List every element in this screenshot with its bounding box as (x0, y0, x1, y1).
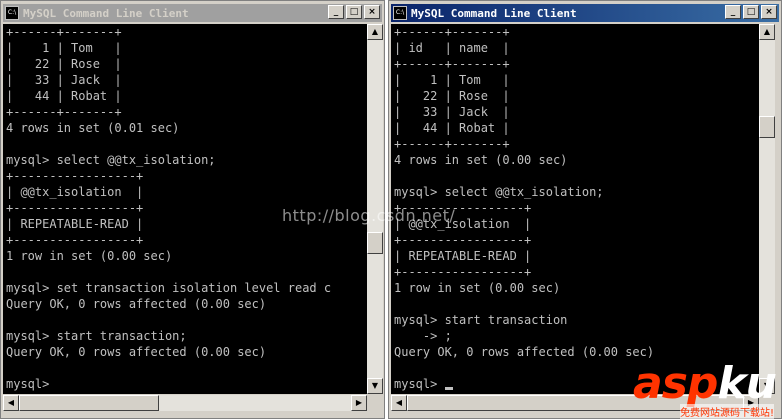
scroll-up-button[interactable]: ▲ (367, 24, 383, 40)
console-line: | 1 | Tom | (6, 41, 122, 55)
console-line: | 22 | Rose | (6, 57, 122, 71)
horizontal-scroll-thumb[interactable] (19, 395, 159, 411)
close-button[interactable]: × (761, 5, 777, 19)
console-line: +------+-------+ (6, 105, 122, 119)
console-line: mysql> start transaction; (6, 329, 187, 343)
console-line: | id | name | (394, 41, 510, 55)
console-line: mysql> select @@tx_isolation; (394, 185, 604, 199)
console-line: +------+-------+ (6, 25, 122, 39)
console-line: mysql> set transaction isolation level r… (6, 281, 332, 295)
console-line: 1 row in set (0.00 sec) (394, 281, 561, 295)
title-bar[interactable]: C:\ MySQL Command Line Client _ □ × (391, 4, 779, 22)
console-line: | 44 | Robat | (394, 121, 510, 135)
console-line: | REPEATABLE-READ | (394, 249, 532, 263)
title-bar[interactable]: C:\ MySQL Command Line Client _ □ × (3, 4, 382, 22)
console-line: +------+-------+ (394, 25, 510, 39)
close-button[interactable]: × (364, 5, 380, 19)
aspku-logo: aspku (633, 362, 777, 406)
console-app-icon[interactable]: C:\ (393, 6, 407, 20)
console-line: +------+-------+ (394, 137, 510, 151)
logo-tagline: 免费网站源码下载站! (679, 404, 774, 419)
scroll-right-button[interactable]: ▶ (351, 395, 367, 411)
console-line: +-----------------+ (394, 265, 532, 279)
scroll-thumb[interactable] (759, 116, 775, 138)
window-title: MySQL Command Line Client (411, 6, 577, 20)
console-line: +------+-------+ (394, 57, 510, 71)
console-line: | 1 | Tom | (394, 73, 510, 87)
minimize-button[interactable]: _ (328, 5, 344, 19)
horizontal-scrollbar[interactable]: ◀ ▶ (3, 395, 367, 411)
minimize-button[interactable]: _ (725, 5, 741, 19)
console-line: Query OK, 0 rows affected (0.00 sec) (6, 297, 267, 311)
console-line: +-----------------+ (6, 169, 144, 183)
console-line: | @@tx_isolation | (6, 185, 144, 199)
logo-part-asp: asp (633, 358, 718, 409)
console-line: 4 rows in set (0.01 sec) (6, 121, 180, 135)
window-title: MySQL Command Line Client (23, 6, 189, 20)
maximize-button[interactable]: □ (346, 5, 362, 19)
scroll-down-button[interactable]: ▼ (367, 378, 383, 394)
console-prompt: mysql> (394, 377, 445, 391)
scroll-thumb[interactable] (367, 232, 383, 254)
maximize-button[interactable]: □ (743, 5, 759, 19)
console-line: 4 rows in set (0.00 sec) (394, 153, 568, 167)
console-app-icon[interactable]: C:\ (5, 6, 19, 20)
console-line: 1 row in set (0.00 sec) (6, 249, 173, 263)
console-line: mysql> start transaction (394, 313, 568, 327)
console-line: mysql> (6, 377, 50, 391)
console-line: | 44 | Robat | (6, 89, 122, 103)
logo-part-ku: ku (717, 358, 777, 409)
console-line: | 33 | Jack | (6, 73, 122, 87)
console-line: | 22 | Rose | (394, 89, 510, 103)
console-line: mysql> select @@tx_isolation; (6, 153, 216, 167)
vertical-scrollbar[interactable]: ▲ ▼ (759, 24, 775, 394)
console-line: | 33 | Jack | (394, 105, 510, 119)
scroll-left-button[interactable]: ◀ (391, 395, 407, 411)
console-line: Query OK, 0 rows affected (0.00 sec) (6, 345, 267, 359)
scroll-up-button[interactable]: ▲ (759, 24, 775, 40)
console-line: -> ; (394, 329, 452, 343)
console-line: +-----------------+ (6, 233, 144, 247)
text-cursor (444, 387, 453, 390)
scroll-left-button[interactable]: ◀ (3, 395, 19, 411)
blog-watermark: http://blog.csdn.net/ (282, 206, 456, 225)
console-line: +-----------------+ (394, 233, 532, 247)
